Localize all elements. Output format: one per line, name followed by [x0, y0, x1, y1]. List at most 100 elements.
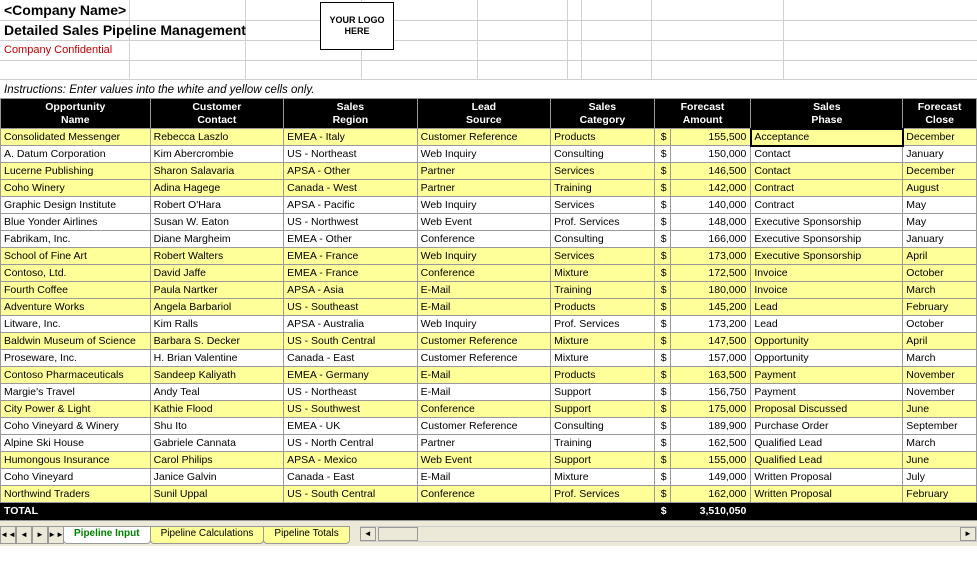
cell-amount[interactable]: 145,200 — [670, 299, 751, 316]
cell-lead[interactable]: E-Mail — [417, 299, 551, 316]
cell-contact[interactable]: Sharon Salavaria — [150, 163, 284, 180]
cell-region[interactable]: Canada - East — [284, 469, 418, 486]
cell-amount[interactable]: 180,000 — [670, 282, 751, 299]
cell-close[interactable]: December — [903, 163, 977, 180]
cell-close[interactable]: May — [903, 214, 977, 231]
tab-nav-prev[interactable]: ◄ — [16, 526, 32, 544]
cell-lead[interactable]: Web Inquiry — [417, 197, 551, 214]
cell-region[interactable]: US - Northeast — [284, 146, 418, 163]
cell-currency[interactable]: $ — [654, 486, 670, 503]
cell-currency[interactable]: $ — [654, 197, 670, 214]
cell-phase[interactable]: Opportunity — [751, 350, 903, 367]
cell-lead[interactable]: Customer Reference — [417, 129, 551, 146]
cell-phase[interactable]: Executive Sponsorship — [751, 231, 903, 248]
scroll-left-arrow[interactable]: ◄ — [360, 527, 376, 541]
cell-contact[interactable]: Angela Barbariol — [150, 299, 284, 316]
cell-lead[interactable]: Web Event — [417, 214, 551, 231]
cell-amount[interactable]: 150,000 — [670, 146, 751, 163]
horizontal-scrollbar[interactable]: ◄ ► — [360, 526, 977, 542]
cell-lead[interactable]: Conference — [417, 231, 551, 248]
cell-lead[interactable]: Customer Reference — [417, 350, 551, 367]
cell-close[interactable]: January — [903, 231, 977, 248]
cell-name[interactable]: Coho Vineyard — [1, 469, 151, 486]
cell-contact[interactable]: Adina Hagege — [150, 180, 284, 197]
cell-contact[interactable]: Andy Teal — [150, 384, 284, 401]
cell-amount[interactable]: 163,500 — [670, 367, 751, 384]
cell-category[interactable]: Prof. Services — [551, 316, 655, 333]
cell-name[interactable]: Adventure Works — [1, 299, 151, 316]
cell-name[interactable]: Contoso, Ltd. — [1, 265, 151, 282]
cell-lead[interactable]: Partner — [417, 163, 551, 180]
cell-category[interactable]: Training — [551, 282, 655, 299]
cell-contact[interactable]: Susan W. Eaton — [150, 214, 284, 231]
cell-currency[interactable]: $ — [654, 367, 670, 384]
cell-lead[interactable]: Customer Reference — [417, 418, 551, 435]
cell-category[interactable]: Consulting — [551, 418, 655, 435]
cell-amount[interactable]: 166,000 — [670, 231, 751, 248]
cell-contact[interactable]: Paula Nartker — [150, 282, 284, 299]
cell-contact[interactable]: David Jaffe — [150, 265, 284, 282]
cell-contact[interactable]: Sandeep Kaliyath — [150, 367, 284, 384]
cell-phase[interactable]: Lead — [751, 299, 903, 316]
cell-name[interactable]: Contoso Pharmaceuticals — [1, 367, 151, 384]
cell-amount[interactable]: 162,000 — [670, 486, 751, 503]
cell-currency[interactable]: $ — [654, 401, 670, 418]
cell-lead[interactable]: Web Inquiry — [417, 146, 551, 163]
cell-close[interactable]: April — [903, 248, 977, 265]
cell-region[interactable]: EMEA - Other — [284, 231, 418, 248]
col-header-name[interactable]: OpportunityName — [1, 99, 151, 129]
cell-contact[interactable]: Kim Abercrombie — [150, 146, 284, 163]
cell-name[interactable]: Lucerne Publishing — [1, 163, 151, 180]
cell-amount[interactable]: 149,000 — [670, 469, 751, 486]
cell-amount[interactable]: 157,000 — [670, 350, 751, 367]
logo-placeholder[interactable]: YOUR LOGO HERE — [320, 2, 394, 50]
scroll-right-arrow[interactable]: ► — [960, 527, 976, 541]
cell-region[interactable]: EMEA - Germany — [284, 367, 418, 384]
cell-name[interactable]: Coho Vineyard & Winery — [1, 418, 151, 435]
cell-amount[interactable]: 175,000 — [670, 401, 751, 418]
cell-lead[interactable]: E-Mail — [417, 367, 551, 384]
cell-lead[interactable]: Partner — [417, 180, 551, 197]
cell-name[interactable]: Coho Winery — [1, 180, 151, 197]
cell-category[interactable]: Mixture — [551, 469, 655, 486]
cell-name[interactable]: Proseware, Inc. — [1, 350, 151, 367]
cell-lead[interactable]: Conference — [417, 486, 551, 503]
cell-contact[interactable]: Sunil Uppal — [150, 486, 284, 503]
cell-region[interactable]: APSA - Pacific — [284, 197, 418, 214]
cell-phase[interactable]: Written Proposal — [751, 469, 903, 486]
cell-category[interactable]: Consulting — [551, 146, 655, 163]
cell-phase[interactable]: Lead — [751, 316, 903, 333]
cell-close[interactable]: February — [903, 299, 977, 316]
cell-lead[interactable]: Conference — [417, 265, 551, 282]
cell-category[interactable]: Training — [551, 435, 655, 452]
sheet-tab-pipeline-totals[interactable]: Pipeline Totals — [263, 526, 349, 544]
col-header-amount[interactable]: ForecastAmount — [654, 99, 751, 129]
cell-currency[interactable]: $ — [654, 129, 670, 146]
cell-name[interactable]: Baldwin Museum of Science — [1, 333, 151, 350]
cell-phase[interactable]: Purchase Order — [751, 418, 903, 435]
cell-region[interactable]: APSA - Australia — [284, 316, 418, 333]
cell-region[interactable]: Canada - West — [284, 180, 418, 197]
cell-phase[interactable]: Contract — [751, 197, 903, 214]
cell-region[interactable]: Canada - East — [284, 350, 418, 367]
cell-close[interactable]: April — [903, 333, 977, 350]
cell-currency[interactable]: $ — [654, 435, 670, 452]
cell-phase[interactable]: Contact — [751, 146, 903, 163]
cell-phase[interactable]: Invoice — [751, 282, 903, 299]
cell-currency[interactable]: $ — [654, 333, 670, 350]
cell-category[interactable]: Products — [551, 299, 655, 316]
cell-category[interactable]: Products — [551, 367, 655, 384]
cell-region[interactable]: US - Southwest — [284, 401, 418, 418]
cell-lead[interactable]: E-Mail — [417, 469, 551, 486]
cell-currency[interactable]: $ — [654, 282, 670, 299]
cell-name[interactable]: School of Fine Art — [1, 248, 151, 265]
cell-region[interactable]: APSA - Asia — [284, 282, 418, 299]
cell-amount[interactable]: 173,200 — [670, 316, 751, 333]
col-header-region[interactable]: SalesRegion — [284, 99, 418, 129]
cell-category[interactable]: Support — [551, 384, 655, 401]
cell-currency[interactable]: $ — [654, 452, 670, 469]
cell-phase[interactable]: Proposal Discussed — [751, 401, 903, 418]
cell-phase[interactable]: Contract — [751, 180, 903, 197]
cell-currency[interactable]: $ — [654, 248, 670, 265]
sheet-tab-pipeline-input[interactable]: Pipeline Input — [63, 526, 151, 544]
